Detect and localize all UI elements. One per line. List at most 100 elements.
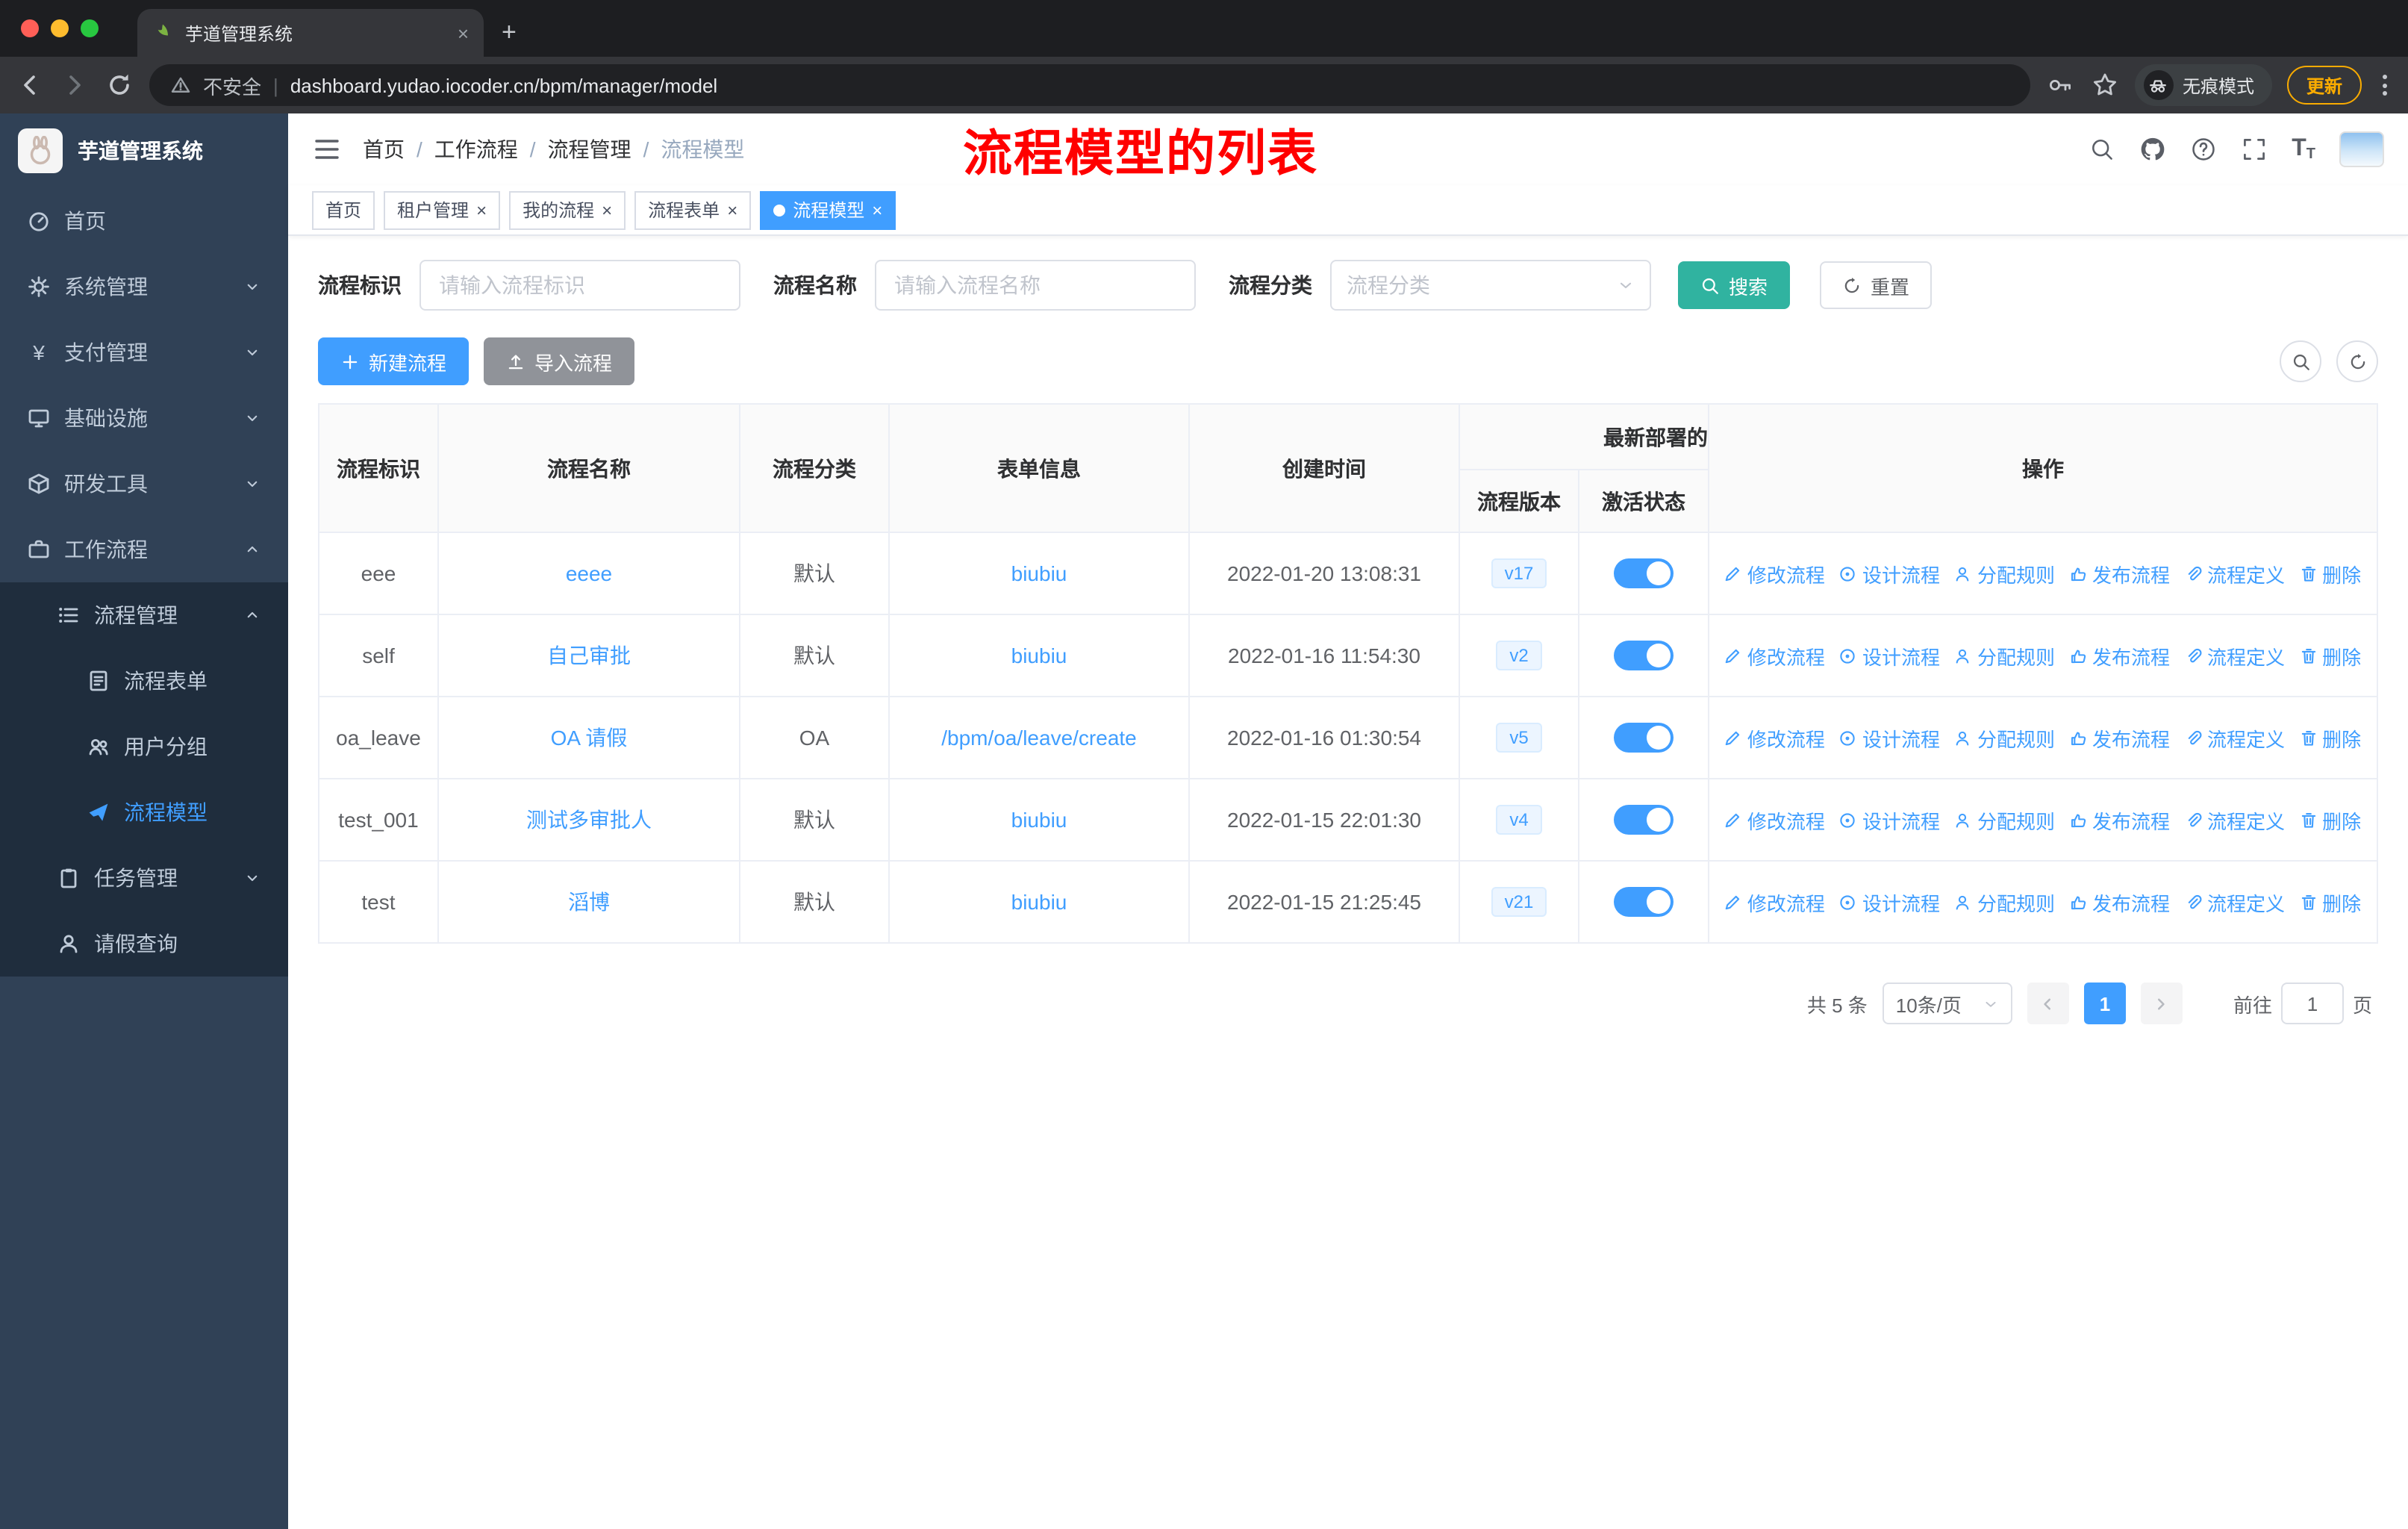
breadcrumb-item[interactable]: 工作流程 [434,134,518,164]
bookmark-star-icon[interactable] [2090,70,2120,100]
sidebar-item-system[interactable]: 系统管理 [0,254,288,320]
tag-home[interactable]: 首页 [312,190,375,229]
tag-close-icon[interactable]: × [602,201,612,219]
sidebar-item-process-management[interactable]: 流程管理 [0,582,288,648]
app-logo-row[interactable]: 芋道管理系统 [0,113,288,188]
refresh-table-button[interactable] [2336,340,2378,382]
prev-page-button[interactable] [2027,983,2069,1024]
action-delete[interactable]: 删除 [2298,888,2361,916]
action-process-definition[interactable]: 流程定义 [2183,723,2285,752]
version-badge[interactable]: v2 [1496,641,1542,670]
active-toggle[interactable] [1614,641,1674,670]
action-edit-process[interactable]: 修改流程 [1724,559,1825,588]
search-button[interactable]: 搜索 [1678,261,1791,309]
breadcrumb-item[interactable]: 流程管理 [548,134,631,164]
active-toggle[interactable] [1614,723,1674,753]
form-link[interactable]: /bpm/oa/leave/create [941,726,1137,750]
sidebar-item-home[interactable]: 首页 [0,188,288,254]
model-name-link[interactable]: 自己审批 [547,644,631,667]
tag-process-model[interactable]: 流程模型 × [760,190,896,229]
action-delete[interactable]: 删除 [2298,559,2361,588]
show-search-button[interactable] [2280,340,2321,382]
github-icon[interactable] [2139,136,2166,163]
action-delete[interactable]: 删除 [2298,806,2361,834]
sidebar-item-devtools[interactable]: 研发工具 [0,451,288,517]
action-publish-process[interactable]: 发布流程 [2068,559,2170,588]
sidebar-item-payment[interactable]: ¥ 支付管理 [0,320,288,385]
page-size-select[interactable]: 10条/页 [1882,983,2012,1024]
action-edit-process[interactable]: 修改流程 [1724,888,1825,916]
new-tab-button[interactable]: + [502,18,517,48]
update-button[interactable]: 更新 [2286,66,2362,105]
action-assign-rule[interactable]: 分配规则 [1953,806,2055,834]
action-design-process[interactable]: 设计流程 [1838,723,1940,752]
reset-button[interactable]: 重置 [1820,261,1933,309]
action-design-process[interactable]: 设计流程 [1838,641,1940,670]
action-design-process[interactable]: 设计流程 [1838,559,1940,588]
reload-icon[interactable] [105,70,134,100]
form-link[interactable]: biubiu [1011,644,1067,667]
action-process-definition[interactable]: 流程定义 [2183,641,2285,670]
browser-tab[interactable]: 芋道管理系统 × [137,9,484,57]
collapse-sidebar-icon[interactable] [312,134,342,164]
action-publish-process[interactable]: 发布流程 [2068,888,2170,916]
close-window-button[interactable] [21,19,39,37]
active-toggle[interactable] [1614,805,1674,835]
tab-close-icon[interactable]: × [458,22,469,44]
sidebar-item-leave-query[interactable]: 请假查询 [0,911,288,977]
action-publish-process[interactable]: 发布流程 [2068,641,2170,670]
security-label[interactable]: 不安全 [203,71,261,99]
sidebar-item-process-model[interactable]: 流程模型 [0,779,288,845]
action-design-process[interactable]: 设计流程 [1838,806,1940,834]
sidebar-item-process-form[interactable]: 流程表单 [0,648,288,714]
model-name-link[interactable]: 滔博 [568,890,610,914]
version-badge[interactable]: v17 [1491,558,1547,588]
form-link[interactable]: biubiu [1011,890,1067,914]
model-name-link[interactable]: OA 请假 [551,726,628,750]
forward-icon[interactable] [60,70,90,100]
action-delete[interactable]: 删除 [2298,723,2361,752]
process-category-select[interactable]: 流程分类 [1330,260,1651,311]
form-link[interactable]: biubiu [1011,561,1067,585]
password-key-icon[interactable] [2045,70,2075,100]
process-key-input[interactable] [419,260,740,311]
browser-menu-icon[interactable] [2377,75,2393,96]
active-toggle[interactable] [1614,887,1674,917]
incognito-badge[interactable]: 无痕模式 [2134,64,2272,106]
active-toggle[interactable] [1614,558,1674,588]
goto-page-input[interactable] [2280,983,2344,1024]
action-assign-rule[interactable]: 分配规则 [1953,723,2055,752]
sidebar-item-infrastructure[interactable]: 基础设施 [0,385,288,451]
model-name-link[interactable]: 测试多审批人 [526,808,652,832]
tag-my-process[interactable]: 我的流程 × [509,190,626,229]
model-name-link[interactable]: eeee [566,561,612,585]
minimize-window-button[interactable] [51,19,69,37]
process-name-input[interactable] [875,260,1196,311]
import-process-button[interactable]: 导入流程 [484,337,635,385]
tag-close-icon[interactable]: × [872,201,882,219]
action-assign-rule[interactable]: 分配规则 [1953,641,2055,670]
address-bar[interactable]: 不安全 | dashboard.yudao.iocoder.cn/bpm/man… [149,64,2030,106]
version-badge[interactable]: v5 [1496,723,1542,753]
sidebar-item-workflow[interactable]: 工作流程 [0,517,288,582]
tag-process-form[interactable]: 流程表单 × [634,190,752,229]
form-link[interactable]: biubiu [1011,808,1067,832]
next-page-button[interactable] [2140,983,2183,1024]
font-size-icon[interactable]: TT [2292,136,2315,163]
action-assign-rule[interactable]: 分配规则 [1953,559,2055,588]
action-design-process[interactable]: 设计流程 [1838,888,1940,916]
action-edit-process[interactable]: 修改流程 [1724,806,1825,834]
action-process-definition[interactable]: 流程定义 [2183,559,2285,588]
action-process-definition[interactable]: 流程定义 [2183,888,2285,916]
fullscreen-icon[interactable] [2241,136,2268,163]
sidebar-item-task-management[interactable]: 任务管理 [0,845,288,911]
tag-close-icon[interactable]: × [727,201,737,219]
back-icon[interactable] [15,70,45,100]
current-page-button[interactable]: 1 [2083,983,2126,1024]
version-badge[interactable]: v21 [1491,887,1547,917]
search-icon[interactable] [2089,136,2115,163]
action-assign-rule[interactable]: 分配规则 [1953,888,2055,916]
sidebar-item-user-group[interactable]: 用户分组 [0,714,288,779]
tag-tenant[interactable]: 租户管理 × [384,190,501,229]
maximize-window-button[interactable] [81,19,99,37]
